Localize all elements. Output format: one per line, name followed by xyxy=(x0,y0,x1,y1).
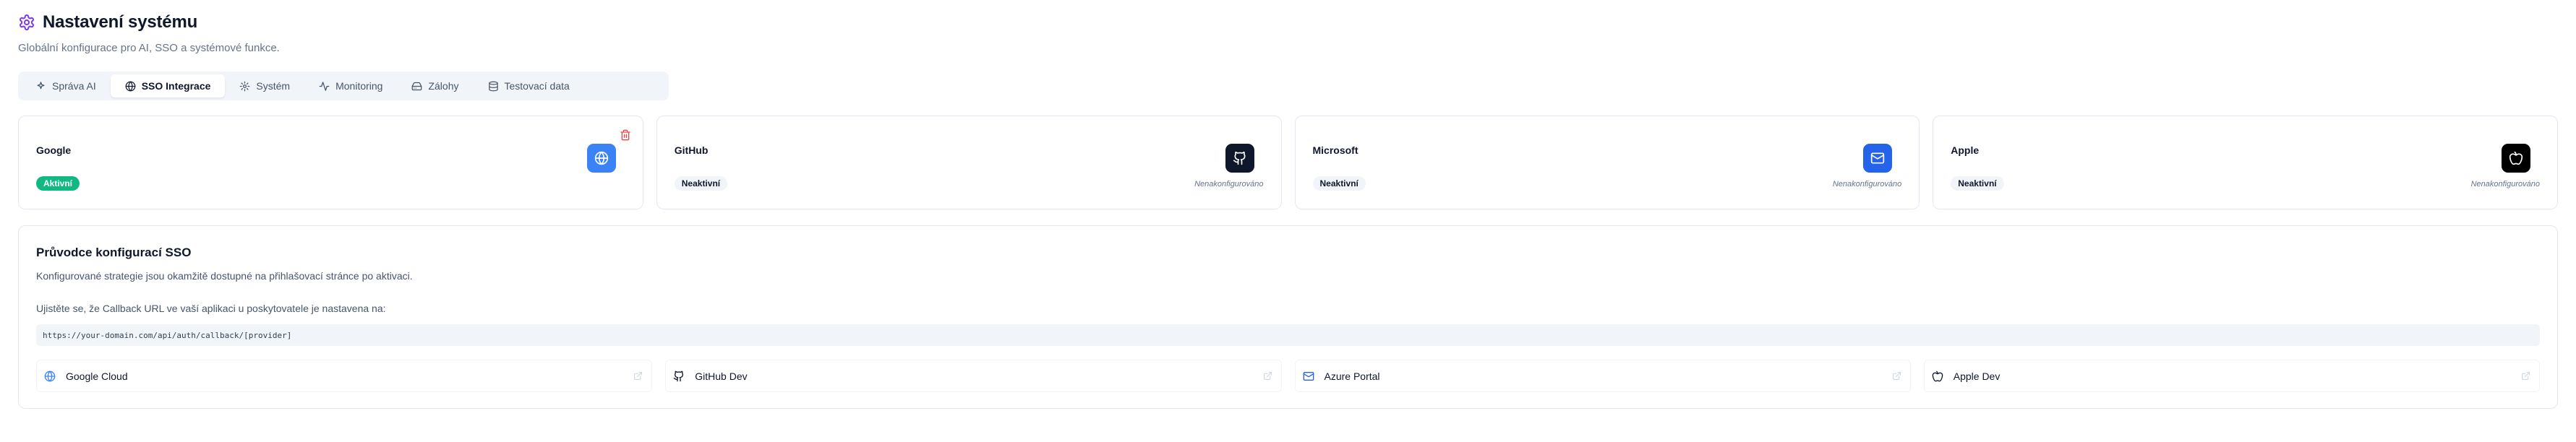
tab-backups[interactable]: Zálohy xyxy=(397,74,473,98)
page-title: Nastavení systému xyxy=(43,12,198,32)
tab-ai[interactable]: Správa AI xyxy=(21,74,111,98)
tab-label: Systém xyxy=(256,80,291,92)
external-link-icon xyxy=(1263,372,1272,380)
tab-label: SSO Integrace xyxy=(141,80,211,92)
github-icon xyxy=(1233,151,1246,165)
not-configured-label: Nenakonfigurováno xyxy=(2470,180,2540,188)
link-google-cloud[interactable]: Google Cloud xyxy=(36,360,653,392)
provider-name: Apple xyxy=(1951,144,1980,156)
status-badge: Neaktivní xyxy=(1312,176,1366,191)
link-label: Azure Portal xyxy=(1324,370,1380,382)
provider-icon xyxy=(586,144,616,173)
link-label: GitHub Dev xyxy=(695,370,748,382)
tab-label: Monitoring xyxy=(335,80,383,92)
tab-monitoring[interactable]: Monitoring xyxy=(304,74,397,98)
provider-card-apple[interactable]: Apple Neaktivní Nenakonfigurováno xyxy=(1933,116,2558,209)
gear-icon xyxy=(20,14,34,30)
provider-icon xyxy=(1225,144,1254,173)
apple-icon xyxy=(2509,151,2523,165)
tab-test-data[interactable]: Testovací data xyxy=(474,74,584,98)
external-link-icon xyxy=(1892,372,1901,380)
guide-note: Ujistěte se, že Callback URL ve vaší apl… xyxy=(36,303,386,314)
tab-label: Testovací data xyxy=(504,80,570,92)
external-link-icon xyxy=(634,372,643,380)
provider-card-github[interactable]: GitHub Neaktivní Nenakonfigurováno xyxy=(656,116,1282,209)
activity-icon xyxy=(319,81,330,91)
globe-icon xyxy=(125,81,136,91)
provider-card-google[interactable]: Google Aktivní xyxy=(18,116,643,209)
page-header: Nastavení systému Globální konfigurace p… xyxy=(18,10,280,54)
status-badge: Aktivní xyxy=(36,176,80,191)
globe-icon xyxy=(44,370,56,381)
guide-description: Konfigurované strategie jsou okamžitě do… xyxy=(36,270,413,282)
settings-tabs: Správa AI SSO Integrace Systém Monitorin… xyxy=(18,72,669,100)
provider-icon xyxy=(2502,144,2530,173)
tab-label: Zálohy xyxy=(428,80,459,92)
link-apple-dev[interactable]: Apple Dev xyxy=(1923,360,2540,392)
gear-icon xyxy=(240,81,250,91)
status-badge: Neaktivní xyxy=(674,176,728,191)
link-label: Apple Dev xyxy=(1953,370,2001,382)
globe-icon xyxy=(594,151,608,165)
provider-name: Google xyxy=(36,144,72,156)
tab-label: Správa AI xyxy=(52,80,96,92)
provider-links: Google Cloud GitHub Dev Azure Portal App… xyxy=(36,360,2540,392)
not-configured-label: Nenakonfigurováno xyxy=(1194,180,1264,188)
trash-icon xyxy=(620,129,630,141)
provider-cards: Google Aktivní GitHub Neaktivní Nenakonf… xyxy=(18,116,2558,209)
page-subtitle: Globální konfigurace pro AI, SSO a systé… xyxy=(18,42,280,54)
drive-icon xyxy=(412,82,422,90)
delete-button[interactable] xyxy=(620,129,633,142)
tab-sso[interactable]: SSO Integrace xyxy=(110,74,226,98)
provider-icon xyxy=(1863,144,1893,173)
guide-title: Průvodce konfigurací SSO xyxy=(36,246,192,259)
database-icon xyxy=(488,81,498,91)
mail-icon xyxy=(1303,371,1314,381)
callback-url: https://your-domain.com/api/auth/callbac… xyxy=(36,324,2540,346)
provider-name: Microsoft xyxy=(1312,144,1358,156)
sparkles-icon xyxy=(37,81,45,89)
link-label: Google Cloud xyxy=(66,370,128,382)
link-github-dev[interactable]: GitHub Dev xyxy=(665,360,1282,392)
sso-guide-panel: Průvodce konfigurací SSO Konfigurované s… xyxy=(18,225,2558,409)
mail-icon xyxy=(1871,152,1885,164)
tab-system[interactable]: Systém xyxy=(225,74,304,98)
not-configured-label: Nenakonfigurováno xyxy=(1832,180,1902,188)
link-azure-portal[interactable]: Azure Portal xyxy=(1294,360,1911,392)
github-icon xyxy=(673,370,684,381)
status-badge: Neaktivní xyxy=(1951,176,2004,191)
provider-name: GitHub xyxy=(674,144,709,156)
external-link-icon xyxy=(2522,372,2530,380)
provider-card-microsoft[interactable]: Microsoft Neaktivní Nenakonfigurováno xyxy=(1294,116,1920,209)
apple-icon xyxy=(1932,370,1943,381)
title-row: Nastavení systému xyxy=(18,10,280,35)
